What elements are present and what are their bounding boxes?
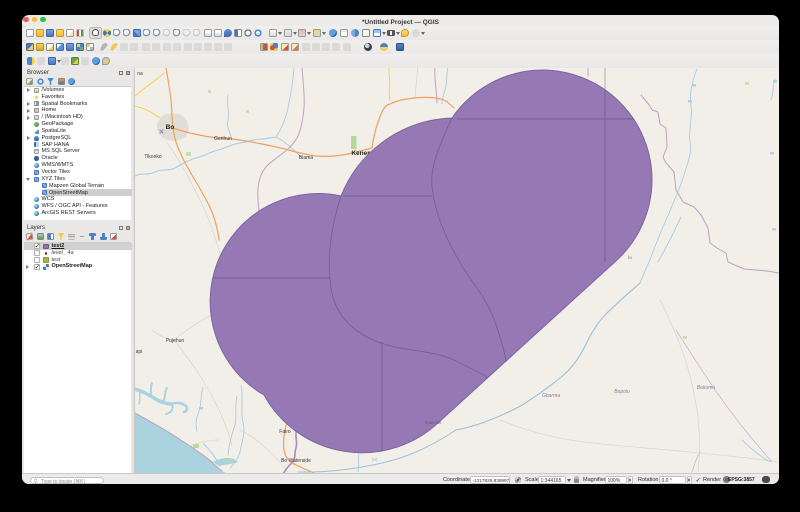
svg-text:Bo: Bo xyxy=(166,124,175,131)
svg-text:Fairo: Fairo xyxy=(279,429,291,435)
svg-text:Gbarma: Gbarma xyxy=(542,393,560,399)
svg-text:Gerihun: Gerihun xyxy=(214,136,232,142)
svg-text:Bopolu: Bopolu xyxy=(614,389,630,395)
svg-text:Pujehun: Pujehun xyxy=(166,338,185,344)
svg-text:api: api xyxy=(136,349,143,355)
svg-text:na: na xyxy=(137,71,143,77)
svg-text:Bo Waterside: Bo Waterside xyxy=(281,458,311,464)
svg-text:Tikonko: Tikonko xyxy=(144,154,162,160)
svg-text:lo: lo xyxy=(628,255,632,260)
svg-text:Blama: Blama xyxy=(299,155,313,161)
svg-text:Bokomu: Bokomu xyxy=(697,385,716,391)
svg-text:Kpundeh: Kpundeh xyxy=(425,420,442,425)
